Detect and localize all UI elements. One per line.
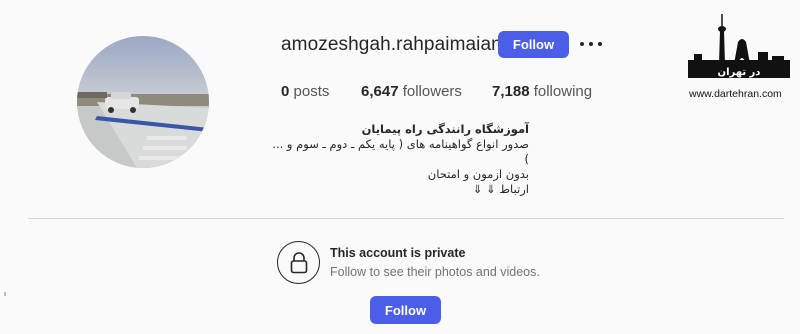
private-account-subtitle: Follow to see their photos and videos.	[330, 265, 540, 279]
follow-button-secondary[interactable]: Follow	[370, 296, 441, 324]
watermark-url: www.dartehran.com	[689, 88, 782, 100]
private-account-title: This account is private	[330, 246, 466, 260]
posts-label: posts	[293, 83, 330, 100]
profile-username: amozeshgah.rahpaimaian	[281, 34, 502, 55]
profile-avatar[interactable]	[77, 36, 209, 168]
avatar-photo	[77, 36, 209, 168]
profile-bio: آموزشگاه رانندگی راه پیمایان صدور انواع …	[269, 122, 529, 197]
bio-line: بدون ازمون و امتحان	[427, 167, 529, 181]
following-count: 7,188	[492, 83, 530, 100]
posts-stat: 0 posts	[281, 83, 329, 100]
follow-button[interactable]: Follow	[498, 31, 569, 58]
bio-line: ارتباط ⇓ ⇓	[472, 182, 529, 196]
bio-line: صدور انواع گواهینامه های ( پایه یکم ـ دو…	[272, 137, 529, 166]
watermark-logo: در تهران	[688, 12, 790, 84]
more-options-icon[interactable]	[580, 36, 602, 52]
edge-mark	[4, 292, 6, 296]
more-dot	[580, 42, 584, 46]
following-label: following	[533, 83, 593, 100]
watermark-logo-text: در تهران	[718, 67, 761, 78]
section-divider	[28, 218, 784, 219]
followers-label: followers	[402, 83, 462, 100]
following-stat[interactable]: 7,188 following	[492, 83, 592, 100]
lock-icon	[277, 241, 320, 284]
posts-count: 0	[281, 83, 290, 100]
profile-page: amozeshgah.rahpaimaian Follow 0 posts 6,…	[0, 0, 800, 334]
followers-count: 6,647	[361, 83, 399, 100]
bio-full-name: آموزشگاه رانندگی راه پیمایان	[361, 122, 529, 136]
followers-stat[interactable]: 6,647 followers	[361, 83, 462, 100]
more-dot	[589, 42, 593, 46]
more-dot	[598, 42, 602, 46]
